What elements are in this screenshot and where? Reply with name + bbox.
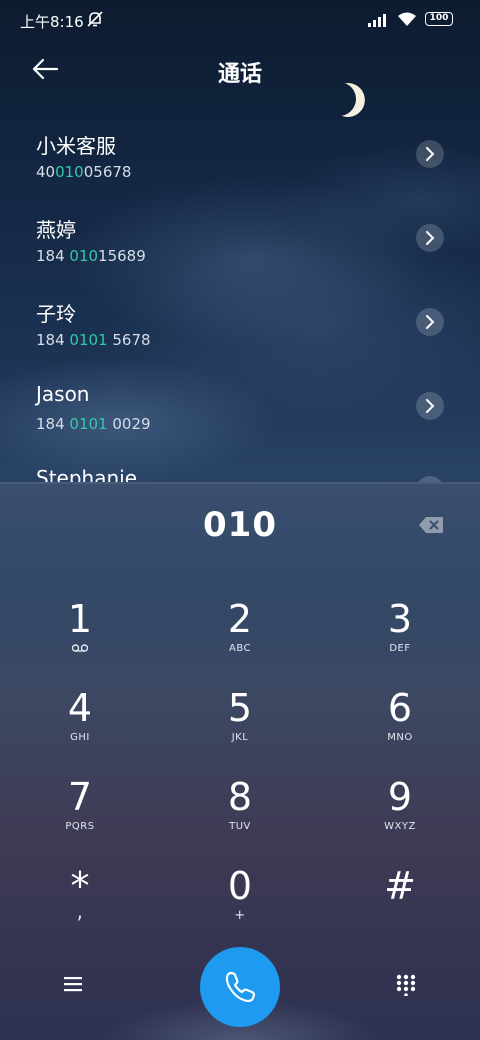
key-5[interactable]: 5 JKL bbox=[180, 686, 300, 766]
wifi-icon bbox=[398, 12, 416, 26]
key-8[interactable]: 8 TUV bbox=[180, 775, 300, 855]
contact-name: 小米客服 bbox=[36, 134, 116, 158]
contact-name: Stephanie bbox=[36, 466, 138, 482]
contact-number: 184 01015689 bbox=[36, 247, 146, 265]
key-3[interactable]: 3 DEF bbox=[340, 597, 460, 677]
key-letters: ABC bbox=[228, 643, 251, 654]
contact-item[interactable]: Jason 184 0101 0029 bbox=[0, 370, 480, 454]
page-title: 通话 bbox=[217, 62, 262, 87]
chevron-right-icon[interactable] bbox=[416, 140, 444, 168]
contact-name: 燕婷 bbox=[36, 218, 76, 242]
key-letters: WXYZ bbox=[384, 821, 416, 832]
battery-icon: 100 bbox=[425, 12, 453, 26]
key-letters: + bbox=[234, 908, 246, 923]
key-letters: DEF bbox=[389, 643, 411, 654]
key-digit: 6 bbox=[387, 686, 413, 730]
key-letters: , bbox=[76, 899, 84, 923]
keypad-icon[interactable] bbox=[395, 974, 417, 996]
key-4[interactable]: 4 GHI bbox=[20, 686, 140, 766]
key-2[interactable]: 2 ABC bbox=[180, 597, 300, 677]
contact-item[interactable]: 子玲 184 0101 5678 bbox=[0, 286, 480, 370]
status-bar: 上午8:16 100 bbox=[0, 0, 480, 40]
contact-item[interactable]: Stephanie bbox=[0, 454, 480, 482]
key-6[interactable]: 6 MNO bbox=[340, 686, 460, 766]
key-digit: 8 bbox=[227, 775, 253, 819]
mute-icon bbox=[87, 11, 103, 27]
chevron-right-icon[interactable] bbox=[416, 308, 444, 336]
key-digit: 1 bbox=[67, 597, 93, 641]
key-digit: 2 bbox=[227, 597, 253, 641]
key-digit: # bbox=[384, 864, 416, 908]
key-letters: JKL bbox=[231, 732, 249, 743]
signal-icon bbox=[368, 14, 386, 27]
key-digit: 7 bbox=[67, 775, 93, 819]
contact-number: 184 0101 0029 bbox=[36, 415, 151, 433]
contact-name: 子玲 bbox=[36, 302, 76, 326]
contact-number: 184 0101 5678 bbox=[36, 331, 151, 349]
key-digit: 0 bbox=[227, 864, 253, 908]
chevron-right-icon[interactable] bbox=[416, 476, 444, 482]
key-1[interactable]: 1 bbox=[20, 597, 140, 677]
key-letters: TUV bbox=[229, 821, 251, 832]
phone-icon bbox=[225, 971, 256, 1003]
key-9[interactable]: 9 WXYZ bbox=[340, 775, 460, 855]
contact-item[interactable]: 燕婷 184 01015689 bbox=[0, 202, 480, 286]
status-time: 上午8:16 bbox=[20, 13, 84, 31]
key-7[interactable]: 7 PQRS bbox=[20, 775, 140, 855]
key-letters: MNO bbox=[387, 732, 413, 743]
key-digit: 9 bbox=[387, 775, 413, 819]
key-digit: 5 bbox=[227, 686, 253, 730]
call-button[interactable] bbox=[200, 947, 280, 1027]
key-digit: 3 bbox=[387, 597, 413, 641]
key-digit: 4 bbox=[67, 686, 93, 730]
contact-item[interactable]: 小米客服 4001005678 bbox=[0, 118, 480, 202]
menu-icon[interactable] bbox=[62, 974, 84, 994]
key-letters: GHI bbox=[70, 732, 90, 743]
battery-level: 100 bbox=[429, 13, 449, 23]
chevron-right-icon[interactable] bbox=[416, 224, 444, 252]
chevron-right-icon[interactable] bbox=[416, 392, 444, 420]
key-hash[interactable]: # bbox=[340, 864, 460, 944]
contact-number: 4001005678 bbox=[36, 163, 132, 181]
dialed-number: 010 bbox=[203, 505, 277, 545]
backspace-icon[interactable] bbox=[418, 516, 444, 534]
key-star[interactable]: * , bbox=[20, 864, 140, 944]
key-0[interactable]: 0 + bbox=[180, 864, 300, 944]
key-letters: PQRS bbox=[65, 821, 95, 832]
contact-suggestion-list: 小米客服 4001005678 燕婷 184 01015689 子玲 184 0… bbox=[0, 118, 480, 482]
voicemail-icon bbox=[71, 644, 89, 652]
contact-name: Jason bbox=[36, 382, 90, 406]
